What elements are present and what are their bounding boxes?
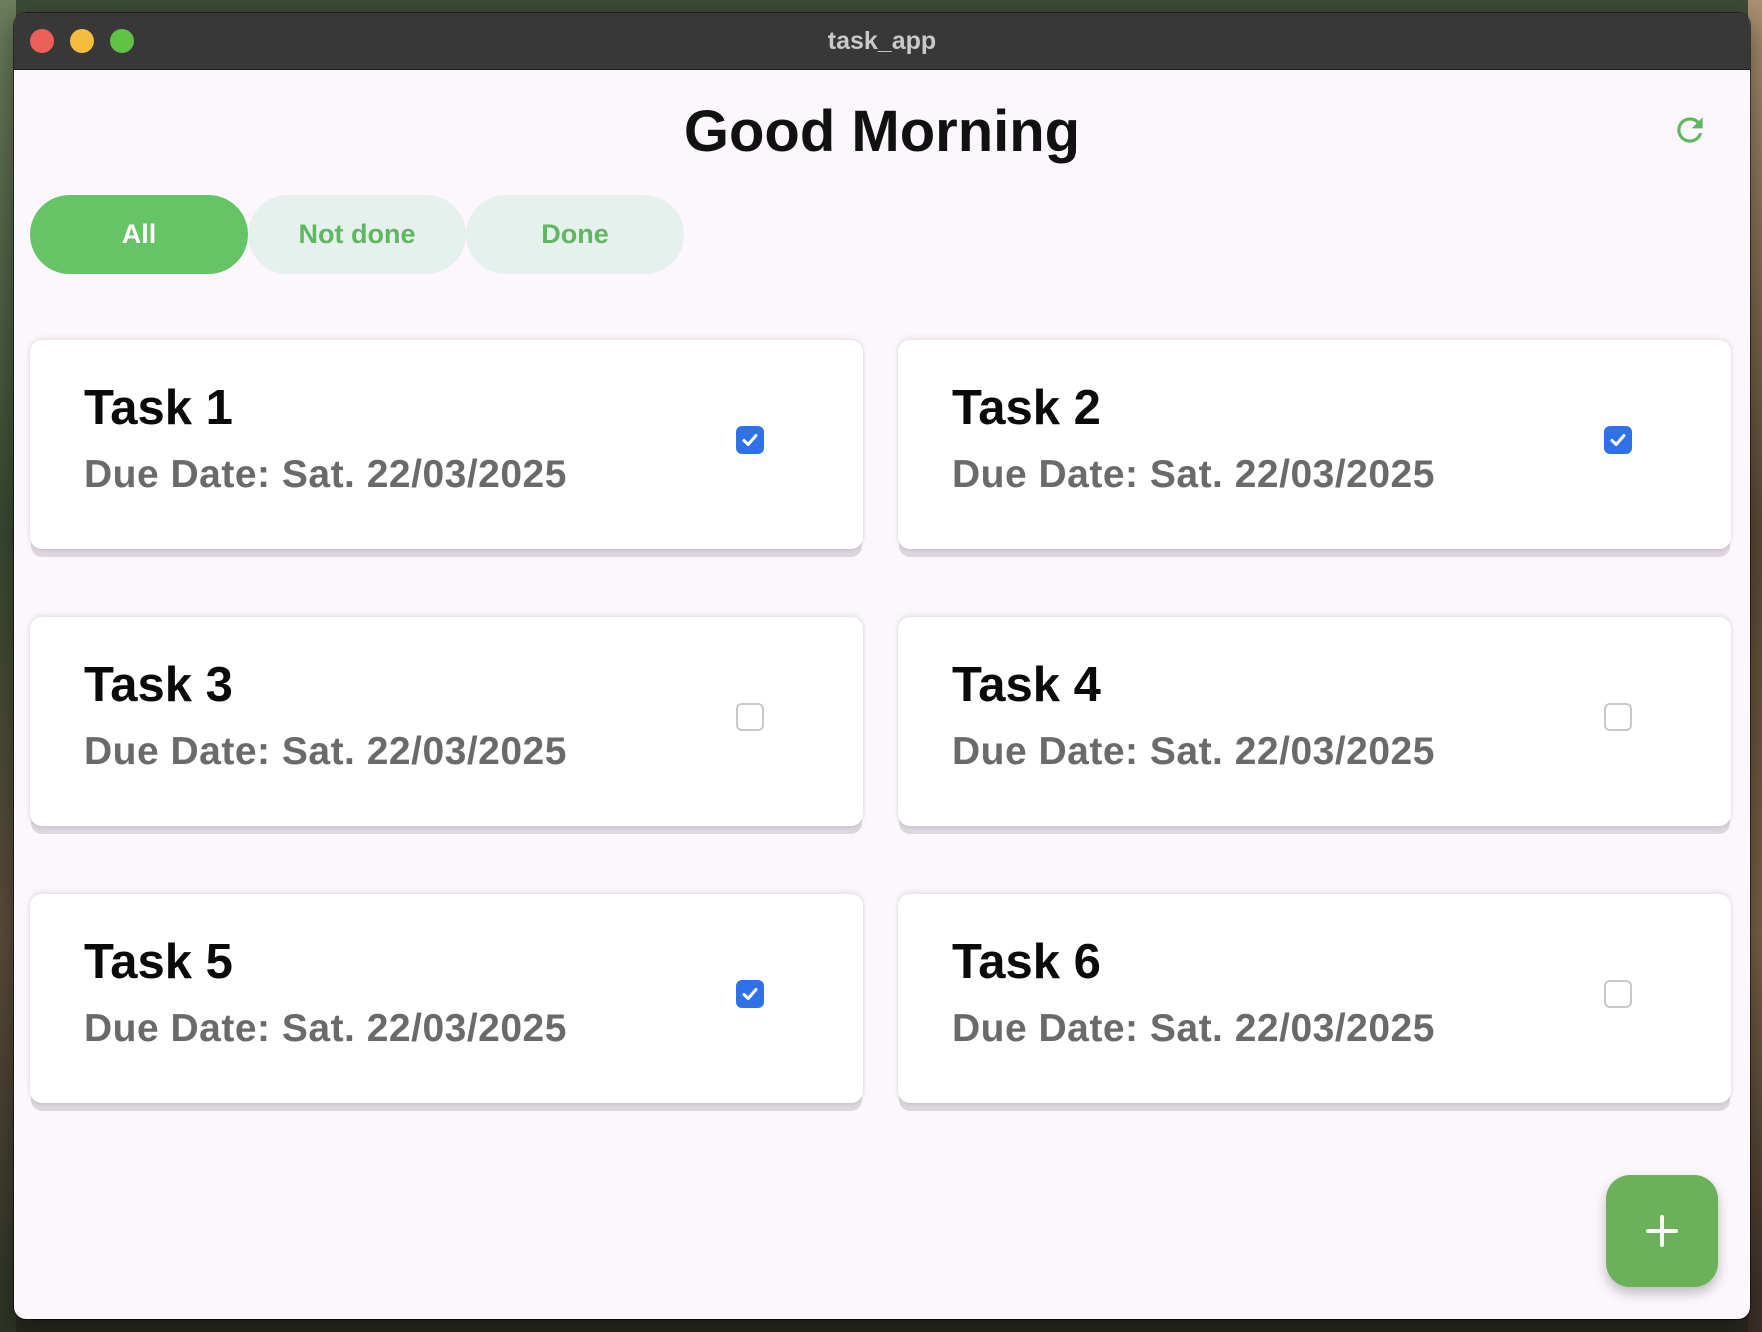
task-done-checkbox[interactable] xyxy=(736,426,764,454)
task-due-date: Due Date: Sat. 22/03/2025 xyxy=(84,730,567,773)
task-due-date: Due Date: Sat. 22/03/2025 xyxy=(952,453,1435,496)
task-due-date: Due Date: Sat. 22/03/2025 xyxy=(84,1007,567,1050)
task-card[interactable]: Task 4 Due Date: Sat. 22/03/2025 xyxy=(898,617,1731,826)
desktop-background-right xyxy=(1748,0,1762,1332)
checkmark-icon xyxy=(742,434,758,446)
plus-icon xyxy=(1646,1215,1678,1247)
add-task-button[interactable] xyxy=(1606,1175,1718,1287)
app-window: task_app Good Morning All Not done Done … xyxy=(14,13,1750,1319)
task-card[interactable]: Task 1 Due Date: Sat. 22/03/2025 xyxy=(30,340,863,549)
task-title: Task 1 xyxy=(84,381,233,435)
task-done-checkbox[interactable] xyxy=(1604,980,1632,1008)
task-card[interactable]: Task 2 Due Date: Sat. 22/03/2025 xyxy=(898,340,1731,549)
task-title: Task 6 xyxy=(952,935,1101,989)
task-card[interactable]: Task 3 Due Date: Sat. 22/03/2025 xyxy=(30,617,863,826)
task-done-checkbox[interactable] xyxy=(1604,426,1632,454)
task-due-date: Due Date: Sat. 22/03/2025 xyxy=(952,1007,1435,1050)
task-card[interactable]: Task 5 Due Date: Sat. 22/03/2025 xyxy=(30,894,863,1103)
task-done-checkbox[interactable] xyxy=(736,703,764,731)
main-content: Good Morning All Not done Done Task 1 Du… xyxy=(14,70,1750,1319)
refresh-icon xyxy=(1677,117,1703,143)
task-done-checkbox[interactable] xyxy=(736,980,764,1008)
filter-all[interactable]: All xyxy=(30,195,248,274)
window-title: task_app xyxy=(827,27,937,55)
filter-tabs: All Not done Done xyxy=(30,195,684,274)
task-due-date: Due Date: Sat. 22/03/2025 xyxy=(952,730,1435,773)
checkmark-icon xyxy=(1610,434,1626,446)
filter-done[interactable]: Done xyxy=(466,195,684,274)
task-card[interactable]: Task 6 Due Date: Sat. 22/03/2025 xyxy=(898,894,1731,1103)
page-title: Good Morning xyxy=(683,99,1081,164)
task-due-date: Due Date: Sat. 22/03/2025 xyxy=(84,453,567,496)
checkmark-icon xyxy=(742,988,758,1000)
task-done-checkbox[interactable] xyxy=(1604,703,1632,731)
task-title: Task 4 xyxy=(952,658,1101,712)
refresh-button[interactable] xyxy=(1668,108,1712,152)
task-title: Task 3 xyxy=(84,658,233,712)
title-bar: task_app xyxy=(14,13,1750,70)
task-title: Task 5 xyxy=(84,935,233,989)
task-title: Task 2 xyxy=(952,381,1101,435)
filter-not-done[interactable]: Not done xyxy=(248,195,466,274)
